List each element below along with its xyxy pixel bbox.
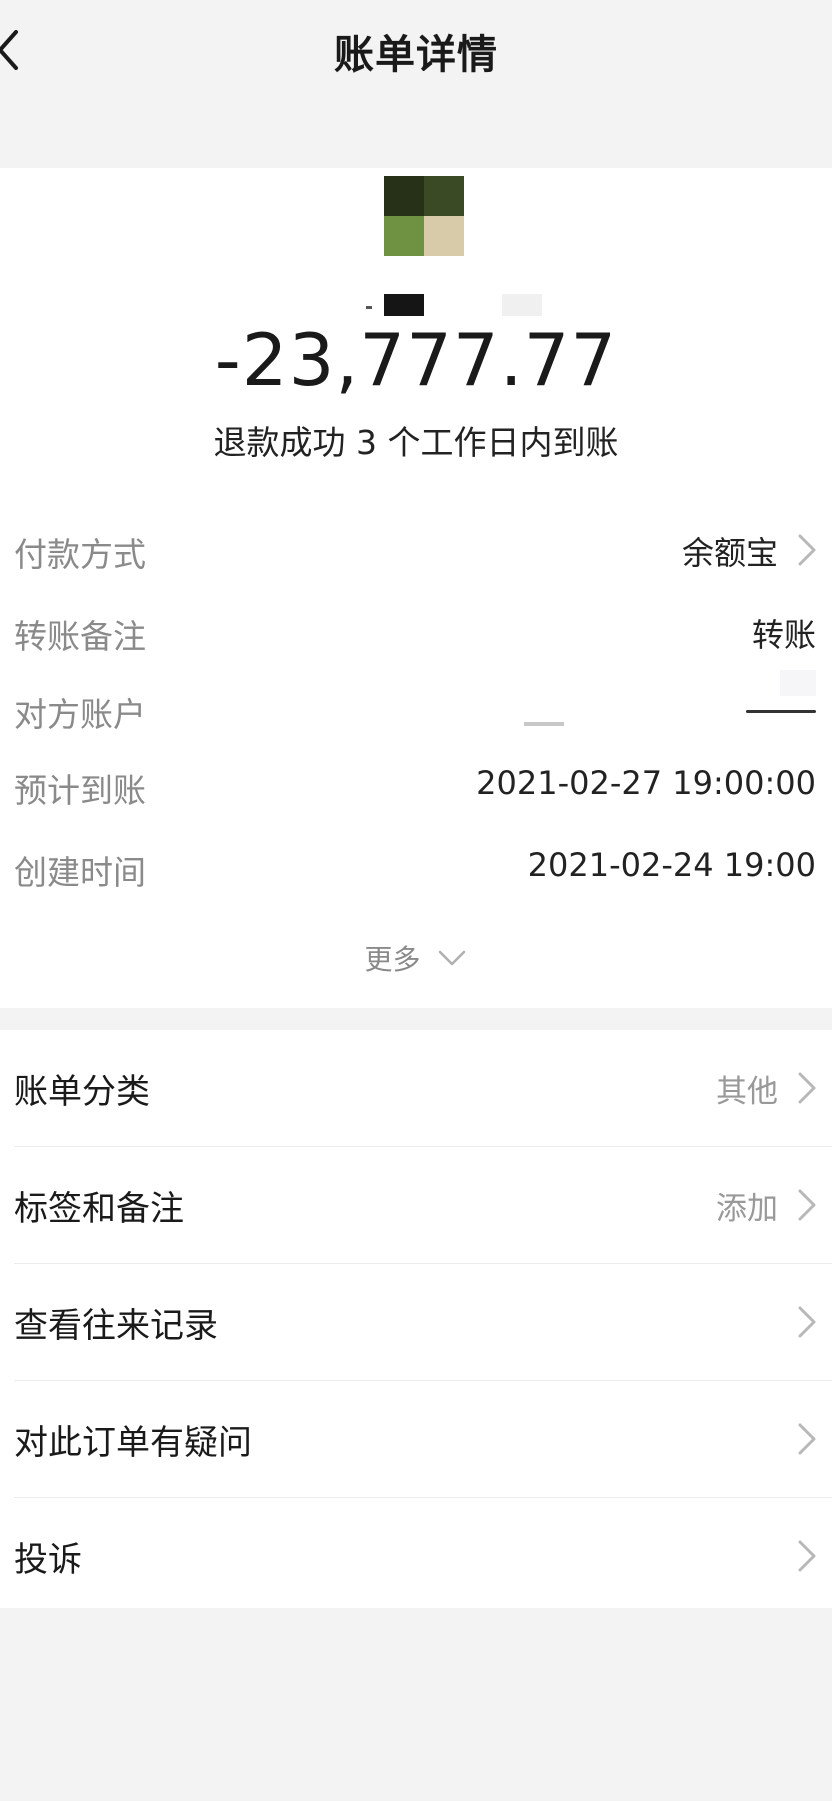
redaction-mark [780,670,816,696]
avatar-tile [384,176,424,216]
redaction-mark [366,306,372,309]
action-view-history[interactable]: 查看往来记录 [0,1264,832,1380]
redaction-mark [502,294,542,316]
action-tags-notes[interactable]: 标签和备注 添加 [0,1147,832,1263]
detail-label: 对方账户 [14,695,146,734]
action-value: 其他 [716,1074,778,1110]
detail-value: 转账 [751,616,816,654]
detail-row-counterparty-account: 对方账户 [0,670,832,740]
redaction-mark [746,710,816,713]
avatar-tile [424,176,464,216]
detail-value: 2021-02-24 19:00 [527,846,816,884]
chevron-right-icon [798,1423,816,1455]
detail-row-created-time: 创建时间 2021-02-24 19:00 [0,838,832,898]
action-label: 标签和备注 [14,1189,184,1229]
redacted-account [456,670,816,732]
action-label: 投诉 [14,1540,82,1580]
action-value: 添加 [716,1191,778,1227]
action-complaint[interactable]: 投诉 [0,1498,832,1614]
chevron-right-icon [798,1189,816,1221]
action-label: 查看往来记录 [14,1306,218,1346]
nav-bar: 账单详情 [0,0,832,100]
action-label: 对此订单有疑问 [14,1423,252,1463]
merchant-avatar [384,176,464,256]
detail-value: 2021-02-27 19:00:00 [476,764,816,802]
detail-label: 创建时间 [14,853,146,892]
action-bill-category[interactable]: 账单分类 其他 [0,1030,832,1146]
chevron-down-icon [439,950,466,966]
detail-row-expected-arrival: 预计到账 2021-02-27 19:00:00 [0,756,832,816]
chevron-right-icon [798,1540,816,1572]
refund-status: 退款成功 3 个工作日内到账 [213,423,619,462]
avatar-tile [384,216,424,256]
chevron-right-icon [798,1306,816,1338]
action-label: 账单分类 [14,1072,150,1112]
redaction-mark [384,294,424,316]
bill-actions-card: 账单分类 其他 标签和备注 添加 查看往来记录 对此订单有疑问 投诉 [0,1030,832,1608]
detail-label: 付款方式 [14,535,146,574]
chevron-right-icon [798,1072,816,1104]
redacted-name [0,294,832,318]
amount: -23,777.77 [214,318,618,402]
more-label: 更多 [364,943,421,976]
detail-value: 余额宝 [681,534,778,572]
page-title: 账单详情 [334,32,498,78]
redaction-mark [524,722,564,726]
more-toggle[interactable]: 更多 [0,938,832,978]
bill-summary-card: -23,777.77 退款成功 3 个工作日内到账 付款方式 余额宝 转账备注 … [0,168,832,1008]
detail-row-payment-method[interactable]: 付款方式 余额宝 [0,520,832,580]
detail-label: 预计到账 [14,771,146,810]
detail-row-transfer-note: 转账备注 转账 [0,602,832,662]
action-order-question[interactable]: 对此订单有疑问 [0,1381,832,1497]
chevron-right-icon [798,534,816,566]
detail-label: 转账备注 [14,617,146,656]
avatar-tile [424,216,464,256]
